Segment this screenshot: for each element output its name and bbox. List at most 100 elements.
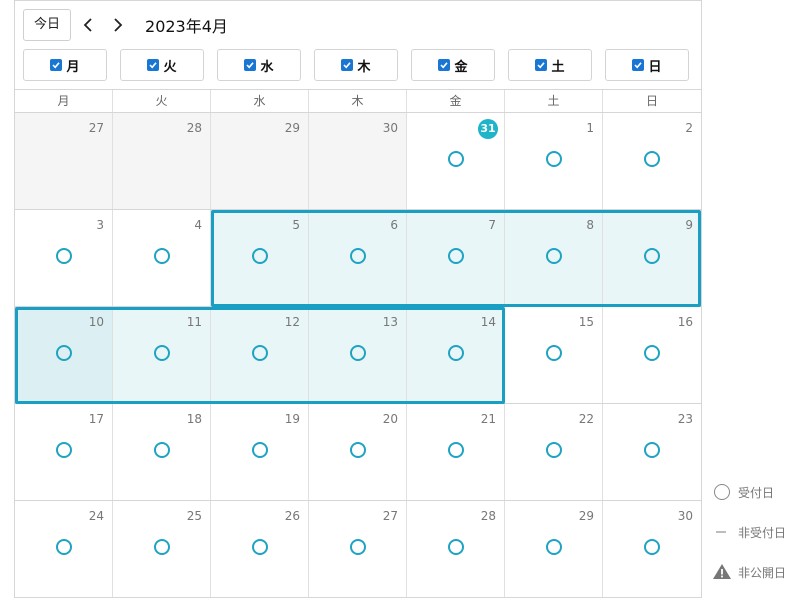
day-cell[interactable]: 31 — [407, 113, 505, 209]
day-number: 5 — [292, 218, 300, 232]
weekday-filter[interactable]: 月 — [23, 49, 107, 81]
available-circle-icon — [546, 539, 562, 555]
weekday-filter[interactable]: 水 — [217, 49, 301, 81]
calendar: 今日 2023年4月 月火水木金土日 月火水木金土日 27 28 29 30 31 1 2 3… — [14, 0, 702, 598]
today-badge: 31 — [478, 119, 498, 139]
filter-label: 金 — [454, 59, 468, 75]
day-cell[interactable]: 18 — [113, 404, 211, 500]
day-cell[interactable]: 21 — [407, 404, 505, 500]
available-circle-icon — [154, 442, 170, 458]
chevron-left-icon[interactable] — [75, 9, 101, 41]
day-cell[interactable]: 1 — [505, 113, 603, 209]
day-cell[interactable]: 10 — [15, 307, 113, 403]
day-cell[interactable]: 15 — [505, 307, 603, 403]
available-circle-icon — [56, 539, 72, 555]
day-number: 15 — [578, 315, 594, 329]
available-circle-icon — [252, 248, 268, 264]
week-row: 24 25 26 27 28 29 30 — [15, 501, 701, 598]
day-cell[interactable]: 20 — [309, 404, 407, 500]
day-cell[interactable]: 24 — [15, 501, 113, 597]
day-number: 28 — [480, 509, 496, 523]
chevron-right-icon[interactable] — [105, 9, 131, 41]
available-circle-icon — [644, 539, 660, 555]
day-cell[interactable]: 5 — [211, 210, 309, 306]
checkbox-icon[interactable] — [341, 59, 354, 71]
day-number: 17 — [88, 412, 104, 426]
day-cell[interactable]: 7 — [407, 210, 505, 306]
checkbox-icon[interactable] — [438, 59, 451, 71]
day-number: 1 — [586, 121, 594, 135]
available-circle-icon — [56, 442, 72, 458]
legend-item: 非公開日 — [712, 562, 786, 582]
day-cell[interactable]: 4 — [113, 210, 211, 306]
available-circle-icon — [644, 442, 660, 458]
checkbox-icon[interactable] — [147, 59, 160, 71]
weekday-label: 月 — [15, 90, 113, 112]
day-cell[interactable]: 6 — [309, 210, 407, 306]
warning-icon — [712, 562, 732, 582]
available-circle-icon — [252, 539, 268, 555]
day-number: 30 — [677, 509, 693, 523]
day-cell[interactable]: 27 — [309, 501, 407, 597]
available-circle-icon — [546, 442, 562, 458]
day-number: 10 — [88, 315, 104, 329]
calendar-grid: 27 28 29 30 31 1 2 3 4 5 6 7 8 9 10 11 12 13 14 15 16 17 18 19 2… — [15, 113, 701, 598]
day-cell[interactable]: 22 — [505, 404, 603, 500]
checkbox-icon[interactable] — [632, 59, 645, 71]
day-cell[interactable]: 30 — [603, 501, 701, 597]
weekday-filter[interactable]: 金 — [411, 49, 495, 81]
weekday-filter[interactable]: 火 — [120, 49, 204, 81]
day-cell[interactable]: 19 — [211, 404, 309, 500]
dash-icon — [712, 522, 732, 542]
day-number: 13 — [382, 315, 398, 329]
day-number: 11 — [186, 315, 202, 329]
checkbox-icon[interactable] — [244, 59, 257, 71]
day-cell[interactable]: 8 — [505, 210, 603, 306]
available-circle-icon — [644, 248, 660, 264]
day-cell[interactable]: 29 — [505, 501, 603, 597]
day-cell[interactable]: 2 — [603, 113, 701, 209]
week-row: 10 11 12 13 14 15 16 — [15, 307, 701, 404]
weekday-filter[interactable]: 木 — [314, 49, 398, 81]
day-cell[interactable]: 12 — [211, 307, 309, 403]
day-cell[interactable]: 14 — [407, 307, 505, 403]
day-cell[interactable]: 28 — [407, 501, 505, 597]
day-number: 28 — [186, 121, 202, 135]
checkbox-icon[interactable] — [535, 59, 548, 71]
week-row: 3 4 5 6 7 8 9 — [15, 210, 701, 307]
available-circle-icon — [154, 539, 170, 555]
day-cell[interactable]: 29 — [211, 113, 309, 209]
day-cell[interactable]: 11 — [113, 307, 211, 403]
day-number: 20 — [382, 412, 398, 426]
day-cell[interactable]: 3 — [15, 210, 113, 306]
day-cell[interactable]: 30 — [309, 113, 407, 209]
available-circle-icon — [644, 151, 660, 167]
circle-icon — [712, 482, 732, 502]
day-cell[interactable]: 25 — [113, 501, 211, 597]
weekday-filter[interactable]: 土 — [508, 49, 592, 81]
day-cell[interactable]: 27 — [15, 113, 113, 209]
day-cell[interactable]: 13 — [309, 307, 407, 403]
available-circle-icon — [448, 151, 464, 167]
weekday-header: 月火水木金土 日 — [15, 89, 701, 113]
day-cell[interactable]: 26 — [211, 501, 309, 597]
day-number: 24 — [88, 509, 104, 523]
day-cell[interactable]: 17 — [15, 404, 113, 500]
day-cell[interactable]: 16 — [603, 307, 701, 403]
day-number: 4 — [194, 218, 202, 232]
checkbox-icon[interactable] — [50, 59, 63, 71]
filter-label: 火 — [163, 59, 177, 75]
weekday-filters: 月 火 水木 金 土 日 — [23, 49, 689, 81]
month-title: 2023年4月 — [145, 17, 228, 36]
available-circle-icon — [252, 345, 268, 361]
day-cell[interactable]: 9 — [603, 210, 701, 306]
legend-label: 受付日 — [738, 485, 775, 500]
weekday-filter[interactable]: 日 — [605, 49, 689, 81]
day-cell[interactable]: 23 — [603, 404, 701, 500]
available-circle-icon — [154, 248, 170, 264]
day-number: 22 — [578, 412, 594, 426]
day-number: 6 — [390, 218, 398, 232]
today-button[interactable]: 今日 — [23, 9, 72, 41]
day-cell[interactable]: 28 — [113, 113, 211, 209]
filter-label: 土 — [551, 59, 565, 75]
